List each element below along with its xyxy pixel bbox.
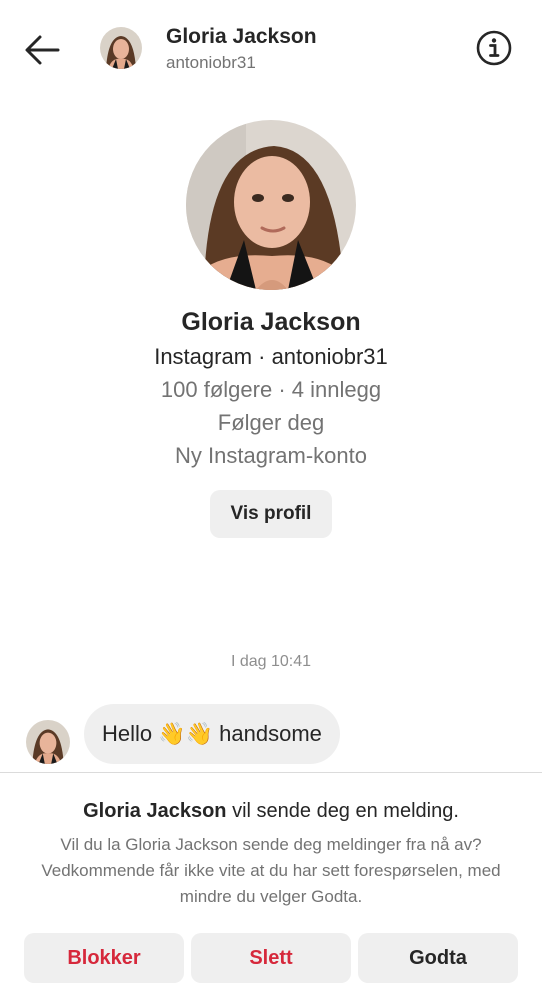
request-title: Gloria Jackson vil sende deg en melding. bbox=[0, 800, 542, 823]
back-button[interactable] bbox=[18, 30, 66, 70]
message-bubble[interactable]: Hello 👋👋 handsome bbox=[84, 704, 340, 764]
arrow-left-icon bbox=[25, 35, 60, 65]
delete-button[interactable]: Slett bbox=[191, 933, 351, 983]
block-button[interactable]: Blokker bbox=[24, 933, 184, 983]
request-title-text: vil sende deg en melding. bbox=[226, 800, 459, 822]
chat-header: Gloria Jackson antoniobr31 bbox=[0, 0, 542, 96]
view-profile-button[interactable]: Vis profil bbox=[210, 490, 332, 538]
request-actions: Blokker Slett Godta bbox=[24, 933, 518, 983]
message-avatar[interactable] bbox=[26, 720, 70, 764]
header-name[interactable]: Gloria Jackson bbox=[166, 25, 317, 49]
message-timestamp: I dag 10:41 bbox=[230, 653, 312, 670]
dm-request-screen: Gloria Jackson antoniobr31 Gloria Jackso… bbox=[0, 0, 542, 1000]
header-avatar[interactable] bbox=[100, 27, 142, 69]
profile-avatar[interactable] bbox=[186, 120, 356, 290]
info-button[interactable] bbox=[474, 28, 514, 68]
request-title-name: Gloria Jackson bbox=[83, 800, 227, 822]
info-circle-icon bbox=[476, 30, 512, 66]
profile-name: Gloria Jackson bbox=[181, 308, 361, 336]
divider bbox=[0, 772, 542, 773]
profile-stats-line: 100 følgere · 4 innlegg bbox=[160, 377, 382, 402]
accept-button[interactable]: Godta bbox=[358, 933, 518, 983]
profile-platform-line: Instagram · antoniobr31 bbox=[154, 344, 388, 369]
request-description: Vil du la Gloria Jackson sende deg meldi… bbox=[41, 835, 501, 906]
header-username: antoniobr31 bbox=[166, 53, 256, 72]
profile-follows-line: Følger deg bbox=[217, 410, 325, 435]
profile-account-line: Ny Instagram-konto bbox=[175, 443, 367, 468]
